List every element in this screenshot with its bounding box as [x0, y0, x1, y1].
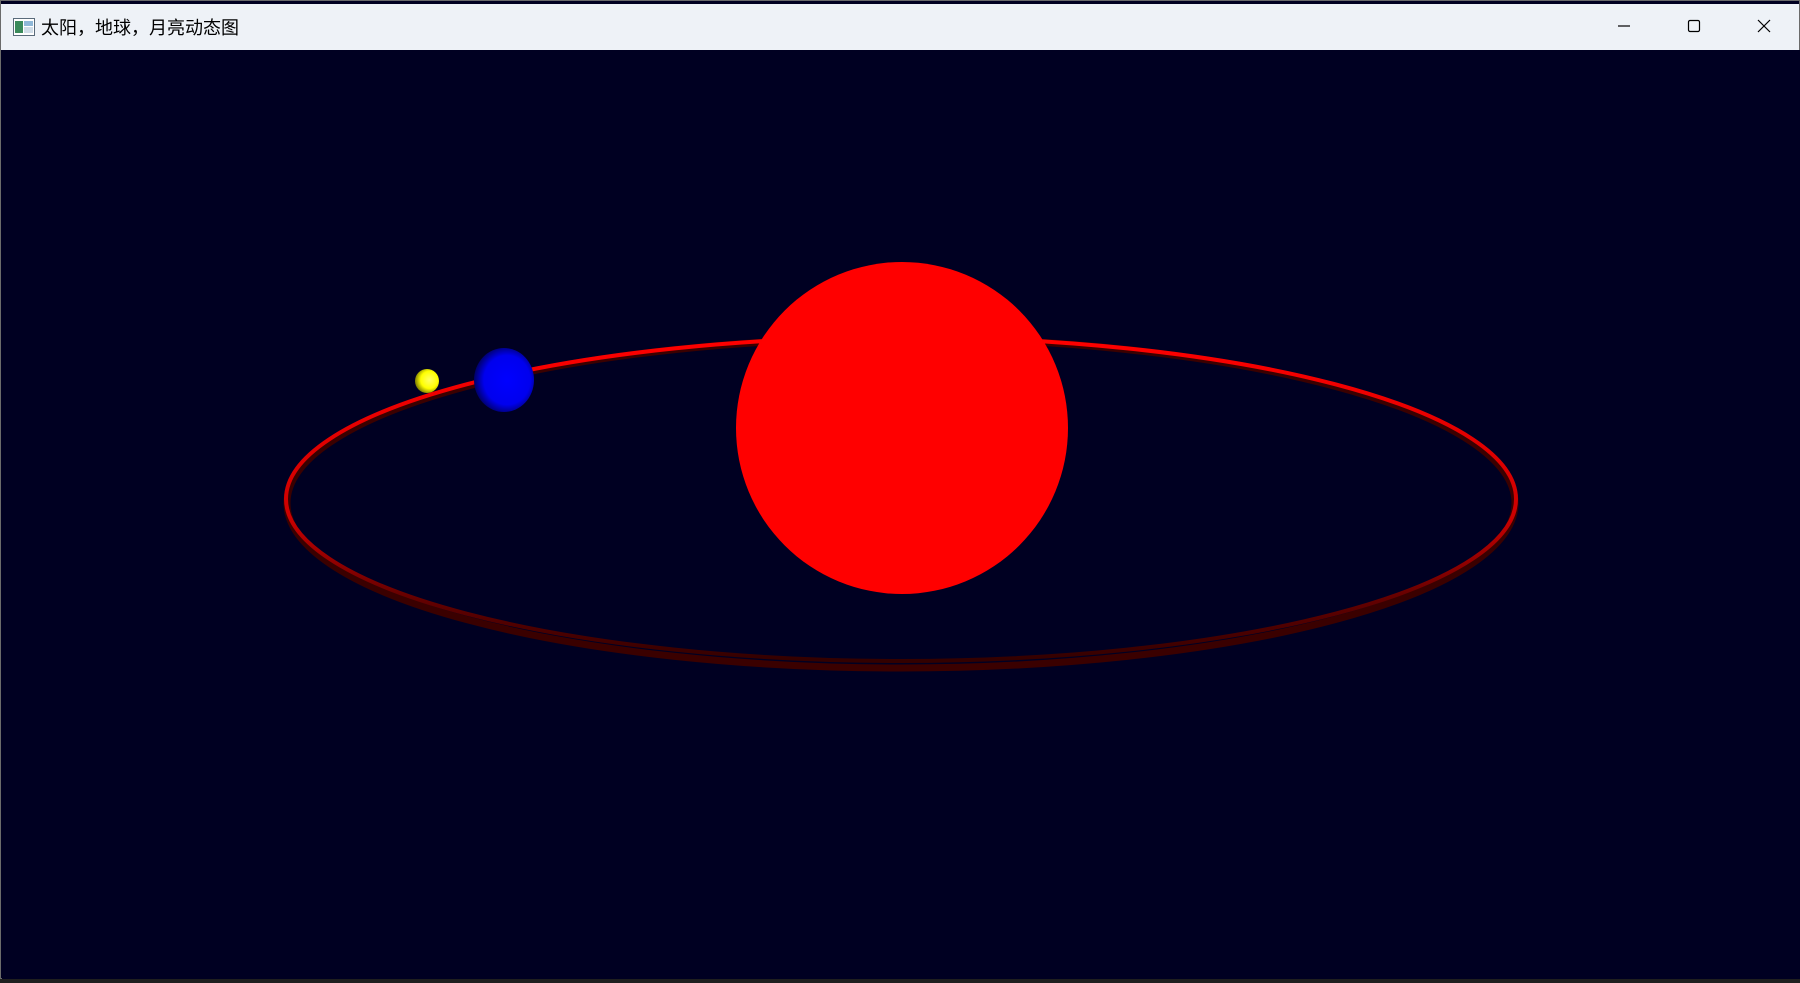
minimize-icon: [1617, 18, 1631, 37]
title-bar[interactable]: 太阳，地球，月亮动态图: [1, 4, 1799, 50]
maximize-icon: [1687, 18, 1701, 37]
maximize-button[interactable]: [1659, 4, 1729, 50]
scene-svg: [283, 262, 1519, 672]
minimize-button[interactable]: [1589, 4, 1659, 50]
app-window-icon: [13, 18, 35, 36]
window-title: 太阳，地球，月亮动态图: [41, 18, 239, 39]
window-controls: [1589, 4, 1799, 50]
earth: [474, 348, 534, 412]
app-window: 太阳，地球，月亮动态图: [0, 0, 1800, 979]
render-canvas[interactable]: [2, 50, 1800, 979]
moon: [415, 369, 439, 393]
close-icon: [1757, 18, 1771, 37]
close-button[interactable]: [1729, 4, 1799, 50]
sun: [736, 262, 1068, 594]
